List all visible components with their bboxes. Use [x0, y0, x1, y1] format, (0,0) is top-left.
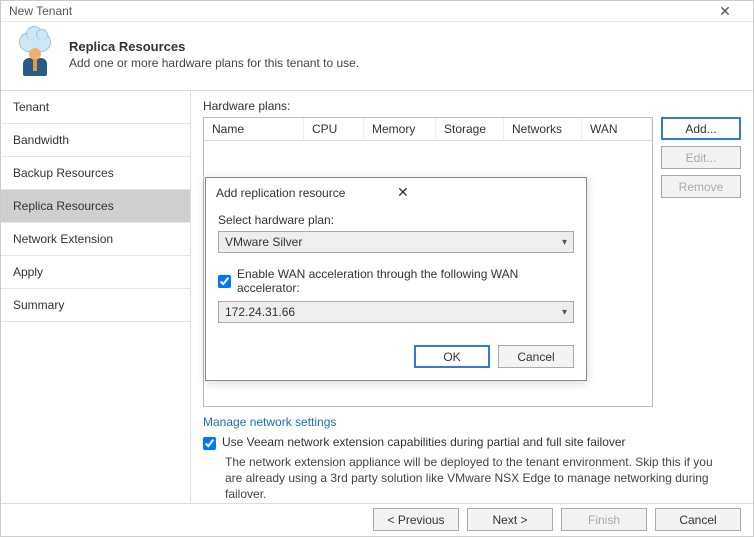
- header-text: Replica Resources Add one or more hardwa…: [69, 39, 359, 70]
- wizard-footer: < Previous Next > Finish Cancel: [1, 503, 753, 536]
- tenant-cloud-icon: [13, 32, 57, 76]
- table-header: Name CPU Memory Storage Networks WAN: [204, 118, 652, 141]
- hardware-plans-label: Hardware plans:: [203, 99, 741, 113]
- sidebar-item-label: Backup Resources: [13, 166, 114, 180]
- dialog-titlebar: Add replication resource ✕: [206, 178, 586, 207]
- sidebar-item-label: Network Extension: [13, 232, 113, 246]
- sidebar-item-label: Replica Resources: [13, 199, 114, 213]
- wizard-steps: Tenant Bandwidth Backup Resources Replic…: [1, 91, 191, 503]
- close-icon[interactable]: ✕: [393, 184, 578, 201]
- sidebar-item-label: Bandwidth: [13, 133, 69, 147]
- add-replication-resource-dialog: Add replication resource ✕ Select hardwa…: [205, 177, 587, 381]
- col-storage[interactable]: Storage: [436, 118, 504, 140]
- use-network-extension-label: Use Veeam network extension capabilities…: [222, 435, 626, 449]
- sidebar-item-tenant[interactable]: Tenant: [1, 91, 190, 124]
- previous-button[interactable]: < Previous: [373, 508, 459, 531]
- dialog-title: Add replication resource: [216, 186, 393, 200]
- window-title: New Tenant: [9, 4, 705, 18]
- sidebar-item-label: Summary: [13, 298, 64, 312]
- sidebar-item-bandwidth[interactable]: Bandwidth: [1, 124, 190, 157]
- remove-button: Remove: [661, 175, 741, 198]
- cancel-button[interactable]: Cancel: [655, 508, 741, 531]
- col-networks[interactable]: Networks: [504, 118, 582, 140]
- close-icon[interactable]: ✕: [705, 3, 745, 20]
- use-network-extension-checkbox[interactable]: [203, 437, 216, 450]
- table-buttons: Add... Edit... Remove: [661, 117, 741, 198]
- hardware-plan-select[interactable]: VMware Silver ▾: [218, 231, 574, 253]
- select-hardware-plan-label: Select hardware plan:: [218, 213, 574, 227]
- col-cpu[interactable]: CPU: [304, 118, 364, 140]
- col-wan[interactable]: WAN: [582, 118, 652, 140]
- hardware-plan-value: VMware Silver: [225, 235, 302, 249]
- enable-wan-acceleration-checkbox[interactable]: [218, 275, 231, 288]
- wizard-window: New Tenant ✕ Replica Resources Add one o…: [0, 0, 754, 537]
- sidebar-item-network-extension[interactable]: Network Extension: [1, 223, 190, 256]
- enable-wan-acceleration-label: Enable WAN acceleration through the foll…: [237, 267, 574, 295]
- finish-button: Finish: [561, 508, 647, 531]
- network-extension-note: The network extension appliance will be …: [225, 454, 741, 503]
- sidebar-item-label: Apply: [13, 265, 43, 279]
- sidebar-item-replica-resources[interactable]: Replica Resources: [1, 190, 190, 223]
- sidebar-item-label: Tenant: [13, 100, 49, 114]
- ok-button[interactable]: OK: [414, 345, 490, 368]
- col-name[interactable]: Name: [204, 118, 304, 140]
- wan-accelerator-value: 172.24.31.66: [225, 305, 295, 319]
- chevron-down-icon: ▾: [562, 307, 567, 318]
- manage-network-settings-link[interactable]: Manage network settings: [203, 415, 741, 429]
- dialog-cancel-button[interactable]: Cancel: [498, 345, 574, 368]
- page-title: Replica Resources: [69, 39, 359, 54]
- edit-button: Edit...: [661, 146, 741, 169]
- col-memory[interactable]: Memory: [364, 118, 436, 140]
- sidebar-item-apply[interactable]: Apply: [1, 256, 190, 289]
- sidebar-item-summary[interactable]: Summary: [1, 289, 190, 322]
- sidebar-item-backup-resources[interactable]: Backup Resources: [1, 157, 190, 190]
- wan-accelerator-select[interactable]: 172.24.31.66 ▾: [218, 301, 574, 323]
- add-button[interactable]: Add...: [661, 117, 741, 140]
- next-button[interactable]: Next >: [467, 508, 553, 531]
- page-subtitle: Add one or more hardware plans for this …: [69, 56, 359, 70]
- wizard-header: Replica Resources Add one or more hardwa…: [1, 22, 753, 90]
- chevron-down-icon: ▾: [562, 237, 567, 248]
- titlebar: New Tenant ✕: [1, 1, 753, 22]
